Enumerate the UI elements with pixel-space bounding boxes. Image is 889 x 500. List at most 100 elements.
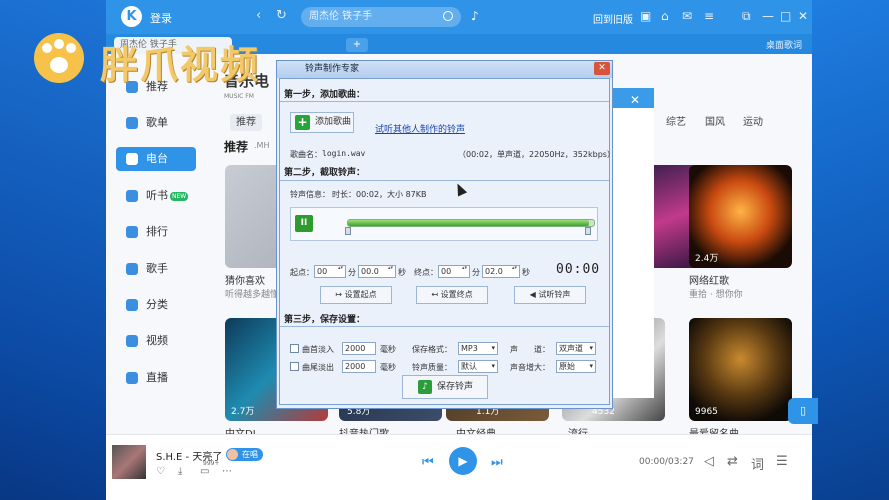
dialog-close-button[interactable]: ✕ (594, 62, 610, 75)
comment-icon[interactable]: ▭ (200, 466, 209, 477)
fade-out-ms-input[interactable]: 2000 (342, 360, 376, 373)
save-ringtone-button[interactable]: ♪ 保存铃声 (402, 375, 488, 399)
end-min-input[interactable]: 00 (438, 265, 470, 278)
sidebar-item-audiobook[interactable]: 听书 NEW (116, 184, 196, 208)
old-version-link[interactable]: 回到旧版 (593, 11, 633, 26)
new-badge: NEW (170, 191, 189, 201)
fade-in-ms-input[interactable]: 2000 (342, 342, 376, 355)
back-icon[interactable]: ‹ (256, 8, 261, 23)
more-icon[interactable]: ⋯ (222, 466, 232, 477)
album-cover[interactable] (112, 445, 146, 479)
mail-icon[interactable]: ✉ (682, 9, 692, 23)
live-badge[interactable]: 在唱 (226, 448, 263, 461)
category-variety[interactable]: 综艺 (660, 114, 692, 131)
format-select[interactable]: MP3 (458, 342, 498, 355)
sidebar-item-label: 视频 (146, 334, 168, 347)
ms-unit: 毫秒 (380, 345, 396, 354)
search-input[interactable]: 周杰伦 铁子手 (301, 7, 461, 27)
sidebar-item-label: 分类 (146, 298, 168, 311)
sidebar-item-video[interactable]: 视频 (116, 329, 196, 353)
preview-button[interactable]: ◀ 试听铃声 (514, 286, 586, 304)
kugou-logo[interactable]: K (121, 6, 142, 27)
card-favorite[interactable]: 9965 (689, 318, 792, 421)
refresh-icon[interactable]: ↻ (276, 8, 287, 23)
ring-info-label: 铃声信息： (290, 190, 330, 199)
playlist-icon[interactable]: ☰ (776, 454, 788, 469)
add-tab-button[interactable]: + (346, 38, 368, 52)
gain-select[interactable]: 原始 (556, 360, 596, 373)
volume-icon[interactable]: ◁ (704, 454, 714, 469)
quality-select[interactable]: 默认 (458, 360, 498, 373)
sidebar-item-label: 听书 (146, 189, 168, 202)
start-label: 起点： (290, 268, 314, 277)
divider (280, 101, 609, 102)
step3-label: 第三步，保存设置： (284, 315, 366, 325)
category-guofeng[interactable]: 国风 (699, 114, 731, 131)
heart-icon[interactable]: ♡ (156, 466, 165, 477)
start-handle[interactable] (345, 227, 351, 235)
radio-icon (126, 153, 138, 165)
skin-icon[interactable]: ▣ (640, 9, 651, 23)
divider (280, 326, 609, 327)
mic-icon[interactable]: ♪ (471, 9, 479, 23)
timer-display: 00:00 (556, 262, 601, 277)
pause-icon[interactable]: II (295, 215, 313, 232)
close-icon[interactable]: ✕ (630, 93, 640, 107)
phone-icon[interactable]: ▯ (788, 398, 818, 424)
section-subtitle: .MH (254, 141, 270, 150)
start-sec-input[interactable]: 00.0 (358, 265, 396, 278)
sidebar-item-category[interactable]: 分类 (116, 293, 196, 317)
category-sports[interactable]: 运动 (737, 114, 769, 131)
sidebar-item-label: 电台 (146, 152, 168, 165)
sidebar: 推荐 歌单 电台 听书 NEW 排行 歌手 分类 视频 直播 (106, 54, 206, 434)
avatar (227, 449, 238, 460)
gain-label: 声音增大： (510, 363, 550, 372)
card-title: 网络红歌 (689, 276, 729, 287)
listen-others-link[interactable]: 试听其他人制作的铃声 (375, 122, 465, 135)
set-end-icon: ↤ (431, 290, 441, 299)
channel-select[interactable]: 双声道 (556, 342, 596, 355)
shirt-icon[interactable]: ⌂ (661, 9, 669, 23)
sidebar-item-live[interactable]: 直播 (116, 366, 196, 390)
book-icon (126, 190, 138, 202)
ringtone-player: II (290, 207, 598, 241)
desk-lyric-button[interactable]: 桌面歌词 (766, 38, 802, 51)
search-icon[interactable] (443, 11, 453, 21)
start-min-input[interactable]: 00 (314, 265, 346, 278)
set-start-label: 设置起点 (344, 290, 377, 299)
play-button[interactable]: ▶ (449, 447, 477, 475)
sidebar-item-playlist[interactable]: 歌单 (116, 111, 196, 135)
section-title: 推荐 (224, 140, 249, 154)
end-sec-input[interactable]: 02.0 (482, 265, 520, 278)
add-song-button[interactable]: + 添加歌曲 (290, 112, 354, 133)
play-count: 2.4万 (695, 254, 719, 264)
dialog-title: 铃声制作专家 (305, 64, 360, 74)
range-track[interactable] (347, 219, 595, 227)
fade-in-checkbox[interactable] (290, 344, 299, 353)
set-end-button[interactable]: ↤ 设置终点 (416, 286, 488, 304)
login-link[interactable]: 登录 (150, 10, 172, 26)
category-recommend[interactable]: 推荐 (230, 114, 262, 131)
previous-icon[interactable]: ⏮ (422, 455, 434, 470)
close-icon[interactable]: ✕ (798, 9, 808, 23)
loop-icon[interactable]: ⇄ (727, 454, 738, 469)
end-handle[interactable] (585, 227, 591, 235)
dialog-title-bar[interactable]: 铃声制作专家 ✕ (277, 61, 612, 78)
card-network-hits[interactable]: 2.4万 (689, 165, 792, 268)
download-icon[interactable]: ⤓ (178, 466, 182, 477)
background-panel (612, 108, 654, 398)
grid-icon (126, 299, 138, 311)
sidebar-item-charts[interactable]: 排行 (116, 220, 196, 244)
song-info: （00:02，单声道，22050Hz，352kbps） (458, 150, 615, 159)
sidebar-item-radio[interactable]: 电台 (116, 147, 196, 171)
menu-icon[interactable]: ≡ (704, 9, 714, 23)
minimize-icon[interactable]: — (762, 9, 774, 23)
mini-mode-icon[interactable]: ⧉ (742, 9, 751, 24)
set-start-button[interactable]: ↦ 设置起点 (320, 286, 392, 304)
fade-out-checkbox[interactable] (290, 362, 299, 371)
sidebar-item-artists[interactable]: 歌手 (116, 257, 196, 281)
play-count: 9965 (695, 407, 718, 417)
next-icon[interactable]: ⏭ (491, 455, 503, 470)
maximize-icon[interactable]: □ (780, 9, 791, 23)
lyrics-icon[interactable]: 词 (751, 454, 764, 473)
